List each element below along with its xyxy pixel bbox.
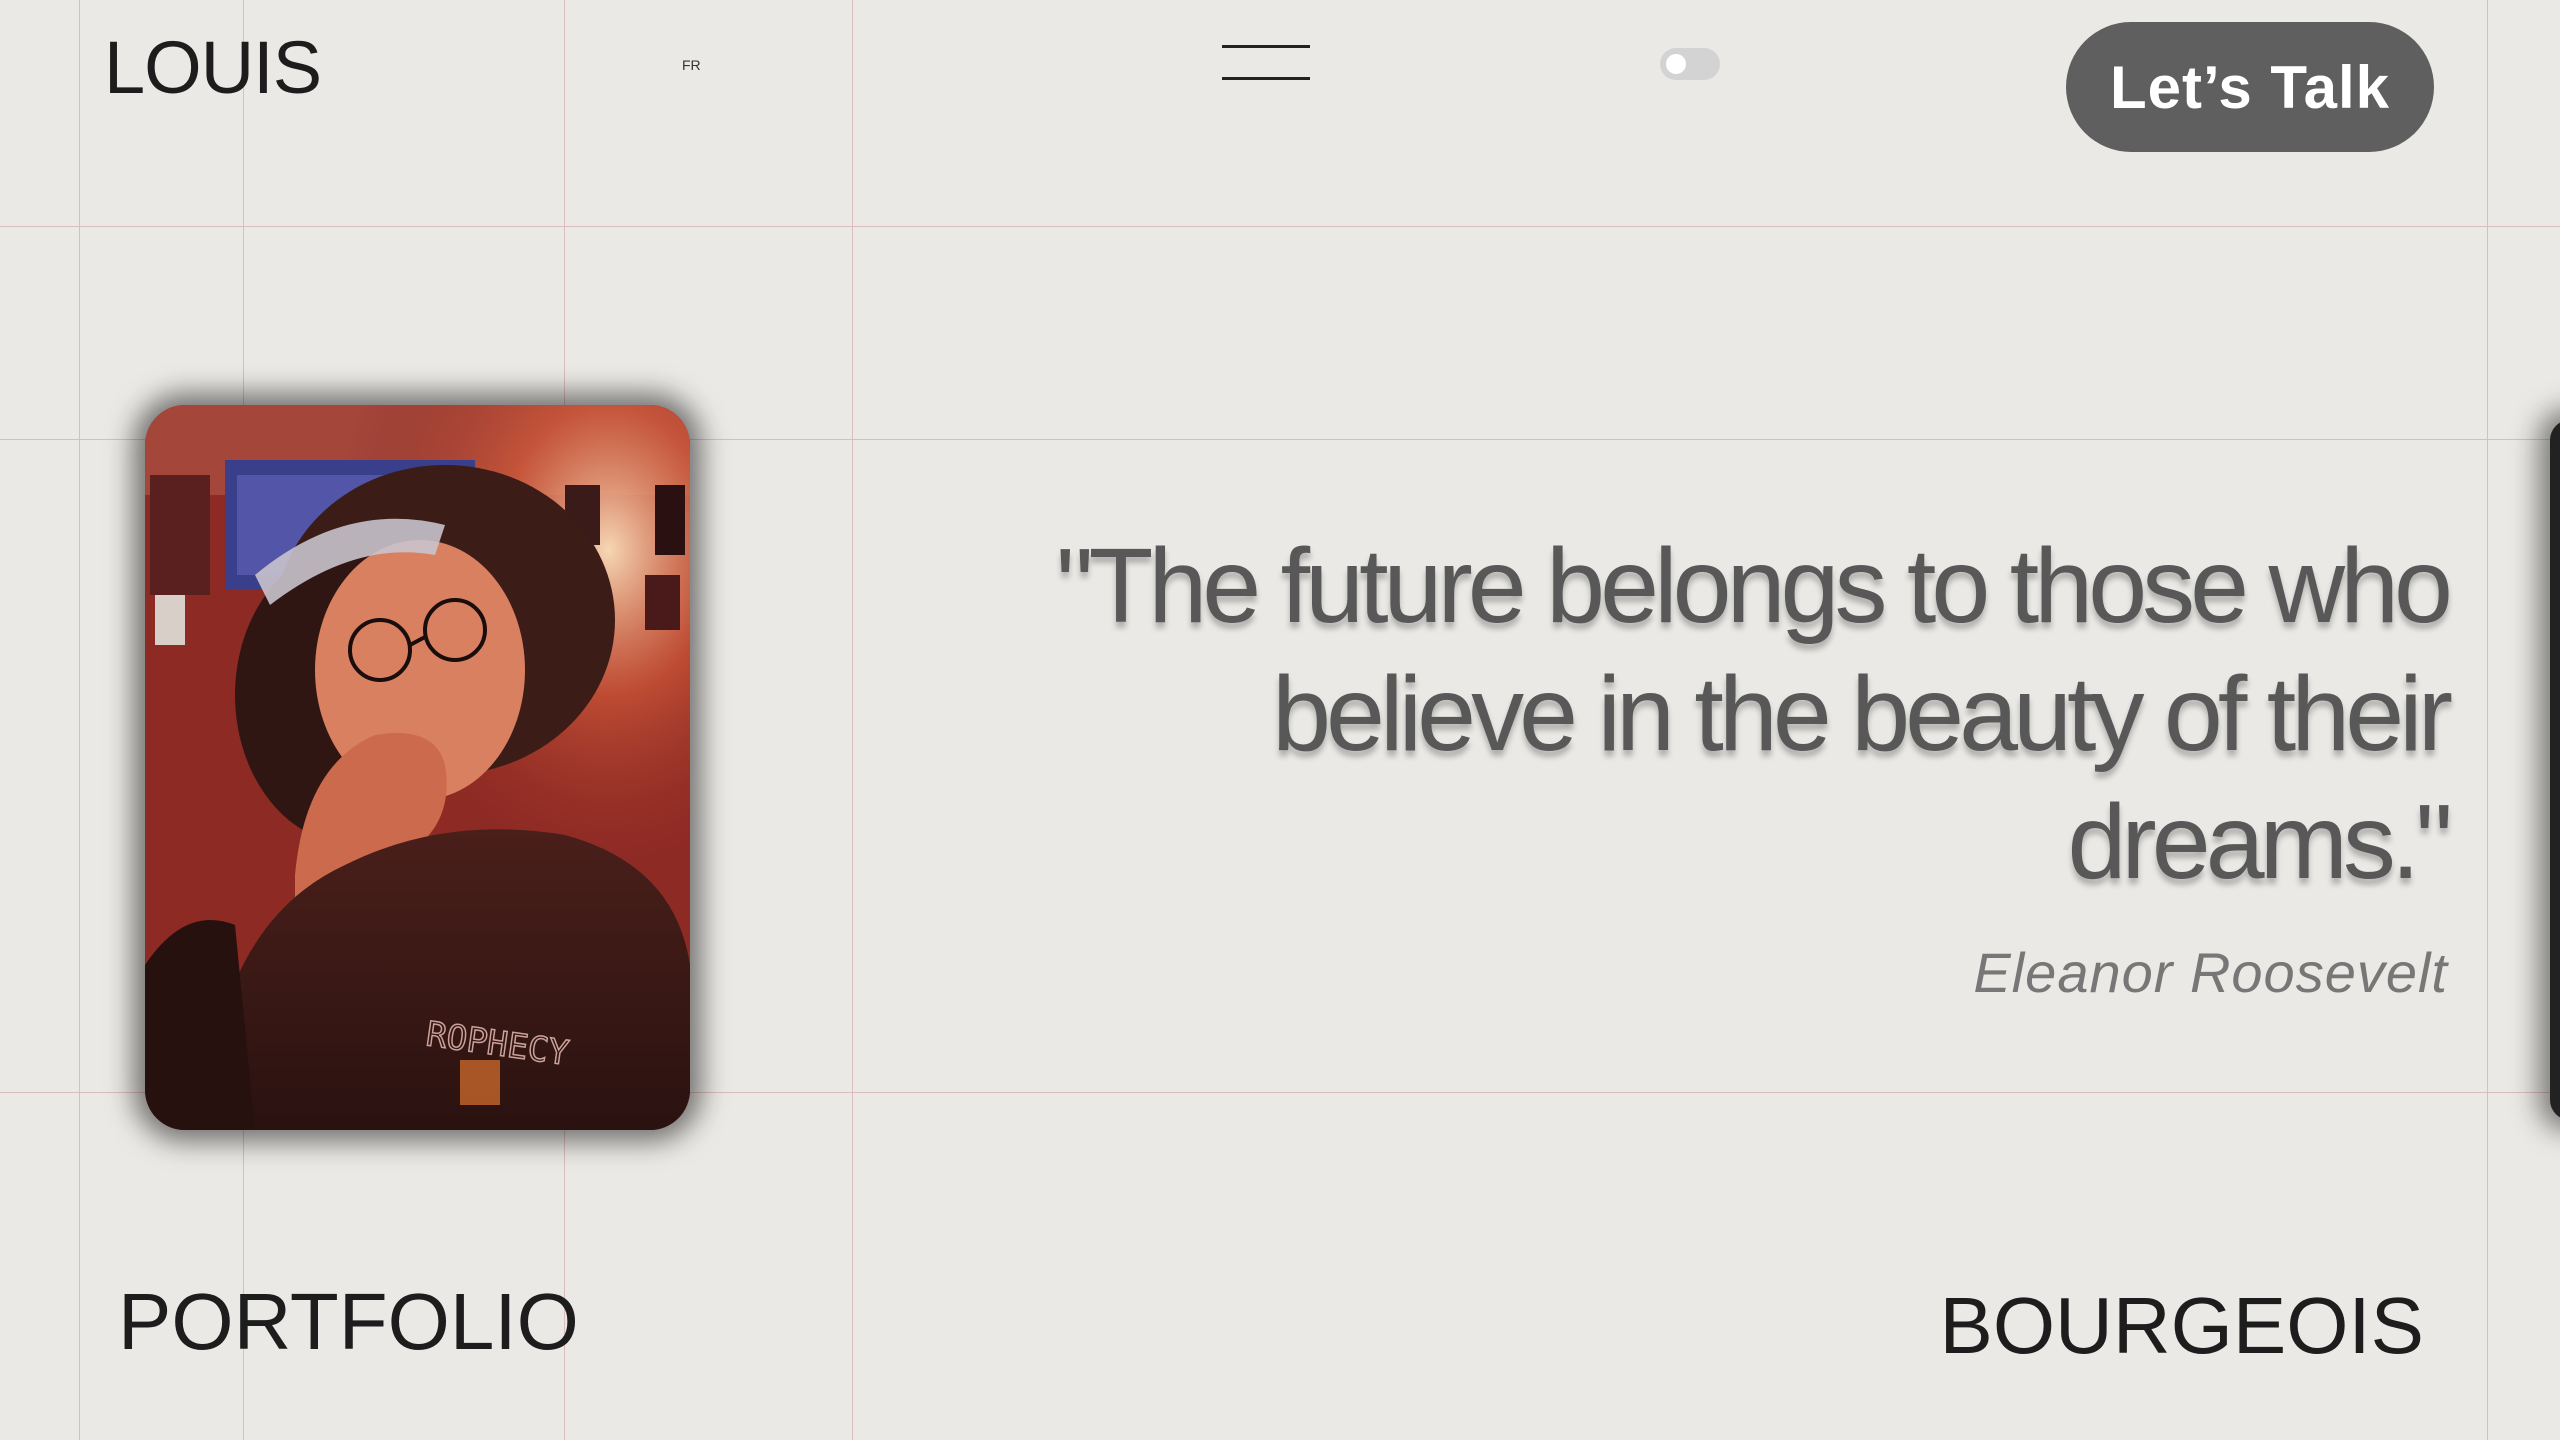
menu-line — [1222, 45, 1310, 48]
next-card-edge — [2550, 420, 2560, 1120]
portfolio-label: PORTFOLIO — [118, 1277, 579, 1366]
grid-line — [852, 0, 853, 1440]
lets-talk-button[interactable]: Let’s Talk — [2066, 22, 2434, 152]
page: LOUIS FR Let’s Talk ROPHECY "The future … — [0, 0, 2560, 1440]
toggle-knob — [1666, 54, 1686, 74]
hamburger-menu-icon[interactable] — [1218, 40, 1314, 88]
quote-author: Eleanor Roosevelt — [1973, 941, 2448, 1004]
language-switch[interactable]: FR — [682, 56, 701, 74]
grid-line — [79, 0, 80, 1440]
grid-line — [0, 226, 2560, 227]
surname-label: BOURGEOIS — [1939, 1281, 2424, 1370]
profile-photo: ROPHECY — [145, 405, 690, 1130]
theme-toggle-switch[interactable] — [1660, 48, 1720, 80]
profile-photo-illustration: ROPHECY — [145, 405, 690, 1130]
grid-line — [2487, 0, 2488, 1440]
hero-quote: "The future belongs to those who believe… — [1055, 527, 2453, 901]
site-logo[interactable]: LOUIS — [104, 28, 322, 108]
menu-line — [1222, 77, 1310, 80]
